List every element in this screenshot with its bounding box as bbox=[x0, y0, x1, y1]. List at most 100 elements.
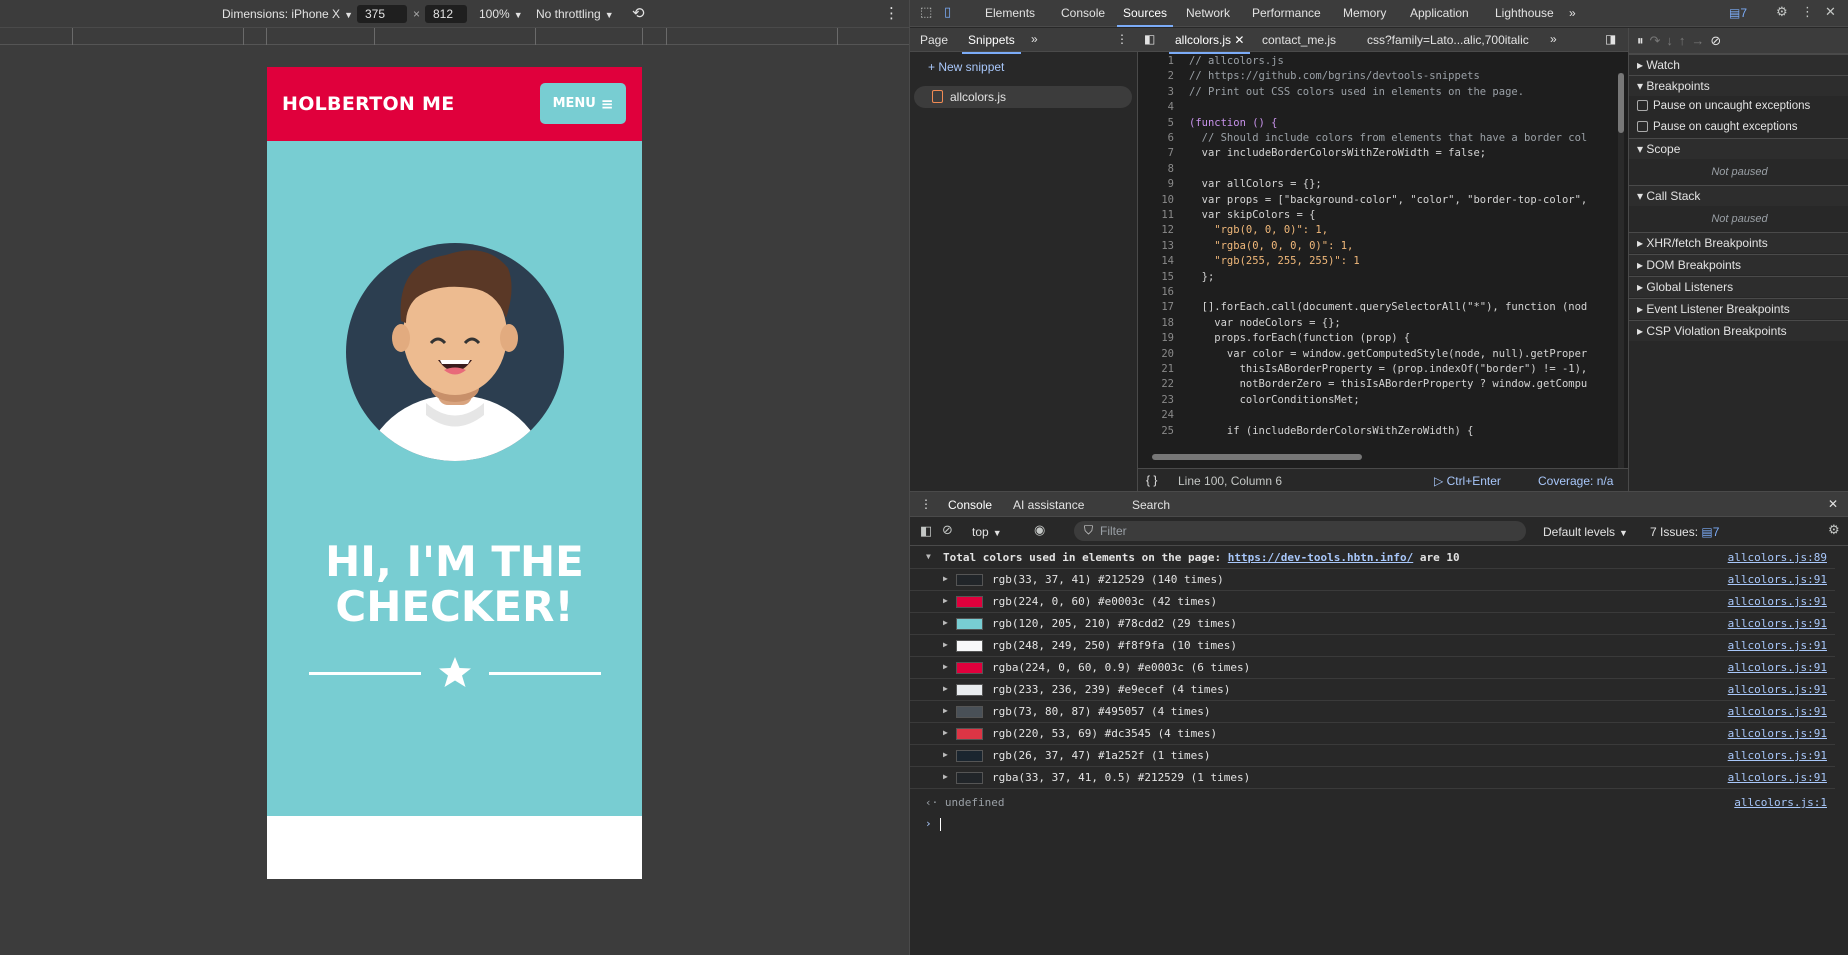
console-color-row[interactable]: ▶ rgb(224, 0, 60) #e0003c (42 times) allco… bbox=[910, 591, 1835, 613]
close-drawer-icon[interactable]: ✕ bbox=[1828, 497, 1838, 511]
console-color-row[interactable]: ▶ rgb(26, 37, 47) #1a252f (1 times) allcol… bbox=[910, 745, 1835, 767]
code-line[interactable]: 5 (function () { bbox=[1138, 117, 1616, 132]
clear-console-icon[interactable]: ⊘ bbox=[942, 522, 953, 538]
code-line[interactable]: 1 // allcolors.js bbox=[1138, 55, 1616, 70]
step-out-icon[interactable]: ↑ bbox=[1679, 33, 1692, 48]
source-link[interactable]: allcolors.js:91 bbox=[1728, 705, 1827, 718]
line-number[interactable]: 25 bbox=[1138, 425, 1174, 437]
tab-network[interactable]: Network bbox=[1186, 6, 1230, 20]
console-color-row[interactable]: ▶ rgb(248, 249, 250) #f8f9fa (10 times) al… bbox=[910, 635, 1835, 657]
line-number[interactable]: 8 bbox=[1138, 163, 1174, 175]
code-line[interactable]: 12 "rgb(0, 0, 0)": 1, bbox=[1138, 224, 1616, 239]
code-line[interactable]: 14 "rgb(255, 255, 255)": 1 bbox=[1138, 255, 1616, 270]
deactivate-breakpoints-icon[interactable]: ⊘ bbox=[1710, 33, 1727, 48]
site-brand[interactable]: HOLBERTON ME bbox=[282, 93, 455, 115]
code-line[interactable]: 25 if (includeBorderColorsWithZeroWidth)… bbox=[1138, 425, 1616, 440]
editor-tab-css[interactable]: css?family=Lato...alic,700italic bbox=[1367, 33, 1529, 47]
log-levels-select[interactable]: Default levels ▼ bbox=[1543, 525, 1628, 539]
code-area[interactable]: 1 // allcolors.js 2 // https://github.com/b… bbox=[1138, 55, 1616, 475]
console-color-row[interactable]: ▶ rgb(233, 236, 239) #e9ecef (4 times) all… bbox=[910, 679, 1835, 701]
sidebar-toggle-icon[interactable]: ◧ bbox=[920, 523, 932, 539]
line-number[interactable]: 13 bbox=[1138, 240, 1174, 252]
source-link[interactable]: allcolors.js:91 bbox=[1728, 749, 1827, 762]
toggle-debugger-icon[interactable]: ◨ bbox=[1605, 32, 1616, 46]
dom-breakpoints-section[interactable]: ▸ DOM Breakpoints bbox=[1629, 254, 1848, 275]
source-link[interactable]: allcolors.js:91 bbox=[1728, 771, 1827, 784]
line-number[interactable]: 14 bbox=[1138, 255, 1174, 267]
checkbox[interactable] bbox=[1637, 100, 1648, 112]
step-icon[interactable]: → bbox=[1691, 33, 1710, 48]
line-number[interactable]: 21 bbox=[1138, 363, 1174, 375]
line-number[interactable]: 1 bbox=[1138, 55, 1174, 67]
expand-icon[interactable]: ▶ bbox=[943, 772, 948, 781]
expand-icon[interactable]: ▶ bbox=[943, 662, 948, 671]
expand-icon[interactable]: ▶ bbox=[943, 750, 948, 759]
step-over-icon[interactable]: ↷ bbox=[1650, 33, 1667, 48]
scroll-thumb[interactable] bbox=[1618, 73, 1624, 133]
horizontal-scrollbar[interactable] bbox=[1146, 453, 1616, 461]
code-line[interactable]: 3 // Print out CSS colors used in element… bbox=[1138, 86, 1616, 101]
code-line[interactable]: 9 var allColors = {}; bbox=[1138, 178, 1616, 193]
more-options-icon[interactable]: ⋮ bbox=[884, 4, 899, 22]
device-select[interactable]: Dimensions: iPhone X ▼ bbox=[222, 7, 353, 21]
code-line[interactable]: 17 [].forEach.call(document.querySelecto… bbox=[1138, 301, 1616, 316]
close-icon[interactable]: ✕ bbox=[1825, 4, 1836, 20]
gear-icon[interactable]: ⚙ bbox=[1776, 4, 1788, 20]
expand-icon[interactable]: ▶ bbox=[943, 684, 948, 693]
rotate-icon[interactable]: ⟲ bbox=[632, 4, 645, 22]
issues-link[interactable]: 7 Issues: ▤7 bbox=[1650, 525, 1719, 539]
source-link[interactable]: allcolors.js:1 bbox=[1734, 796, 1827, 809]
code-line[interactable]: 8 bbox=[1138, 163, 1616, 178]
line-number[interactable]: 17 bbox=[1138, 301, 1174, 313]
line-number[interactable]: 4 bbox=[1138, 101, 1174, 113]
code-line[interactable]: 20 var color = window.getComputedStyle(n… bbox=[1138, 348, 1616, 363]
expand-icon[interactable]: ▶ bbox=[943, 640, 948, 649]
tab-sources[interactable]: Sources bbox=[1116, 6, 1174, 27]
source-link[interactable]: allcolors.js:91 bbox=[1728, 639, 1827, 652]
global-listeners-section[interactable]: ▸ Global Listeners bbox=[1629, 276, 1848, 297]
more-tabs-icon[interactable]: » bbox=[1569, 6, 1576, 20]
source-link[interactable]: allcolors.js:91 bbox=[1728, 595, 1827, 608]
line-number[interactable]: 20 bbox=[1138, 348, 1174, 360]
tab-performance[interactable]: Performance bbox=[1252, 6, 1321, 20]
snippet-item[interactable]: allcolors.js bbox=[914, 86, 1132, 108]
source-link[interactable]: allcolors.js:89 bbox=[1728, 551, 1827, 564]
code-line[interactable]: 11 var skipColors = { bbox=[1138, 209, 1616, 224]
run-snippet-button[interactable]: ▷ Ctrl+Enter bbox=[1434, 474, 1501, 488]
line-number[interactable]: 10 bbox=[1138, 194, 1174, 206]
source-link[interactable]: allcolors.js:91 bbox=[1728, 617, 1827, 630]
source-link[interactable]: allcolors.js:91 bbox=[1728, 661, 1827, 674]
console-color-row[interactable]: ▶ rgb(120, 205, 210) #78cdd2 (29 times) al… bbox=[910, 613, 1835, 635]
more-tabs-icon[interactable]: » bbox=[1031, 32, 1038, 46]
code-line[interactable]: 24 bbox=[1138, 409, 1616, 424]
drawer-tab-search[interactable]: Search bbox=[1132, 498, 1170, 512]
throttle-select[interactable]: No throttling ▼ bbox=[536, 7, 614, 21]
line-number[interactable]: 3 bbox=[1138, 86, 1174, 98]
code-line[interactable]: 19 props.forEach(function (prop) { bbox=[1138, 332, 1616, 347]
console-color-row[interactable]: ▶ rgb(220, 53, 69) #dc3545 (4 times) allco… bbox=[910, 723, 1835, 745]
device-toggle-icon[interactable]: ▯ bbox=[944, 4, 951, 20]
menu-button[interactable]: MENU ≡ bbox=[540, 83, 626, 124]
line-number[interactable]: 19 bbox=[1138, 332, 1174, 344]
code-line[interactable]: 7 var includeBorderColorsWithZeroWidth =… bbox=[1138, 147, 1616, 162]
line-number[interactable]: 22 bbox=[1138, 378, 1174, 390]
pause-uncaught-option[interactable]: Pause on uncaught exceptions bbox=[1629, 96, 1848, 117]
line-number[interactable]: 16 bbox=[1138, 286, 1174, 298]
pretty-print-icon[interactable]: { } bbox=[1146, 473, 1157, 487]
code-line[interactable]: 23 colorConditionsMet; bbox=[1138, 394, 1616, 409]
expand-icon[interactable]: ▶ bbox=[943, 706, 948, 715]
line-number[interactable]: 2 bbox=[1138, 70, 1174, 82]
expand-icon[interactable]: ▼ bbox=[926, 552, 931, 561]
editor-tab-contact[interactable]: contact_me.js bbox=[1262, 33, 1336, 47]
source-link[interactable]: allcolors.js:91 bbox=[1728, 573, 1827, 586]
code-line[interactable]: 6 // Should include colors from elements… bbox=[1138, 132, 1616, 147]
line-number[interactable]: 11 bbox=[1138, 209, 1174, 221]
source-link[interactable]: allcolors.js:91 bbox=[1728, 683, 1827, 696]
more-options-icon[interactable]: ⋮ bbox=[1801, 4, 1814, 20]
event-listener-breakpoints-section[interactable]: ▸ Event Listener Breakpoints bbox=[1629, 298, 1848, 319]
expand-icon[interactable]: ▶ bbox=[943, 574, 948, 583]
expand-icon[interactable]: ▶ bbox=[943, 728, 948, 737]
tab-snippets[interactable]: Snippets bbox=[962, 33, 1021, 54]
zoom-select[interactable]: 100% ▼ bbox=[479, 7, 523, 21]
line-number[interactable]: 7 bbox=[1138, 147, 1174, 159]
